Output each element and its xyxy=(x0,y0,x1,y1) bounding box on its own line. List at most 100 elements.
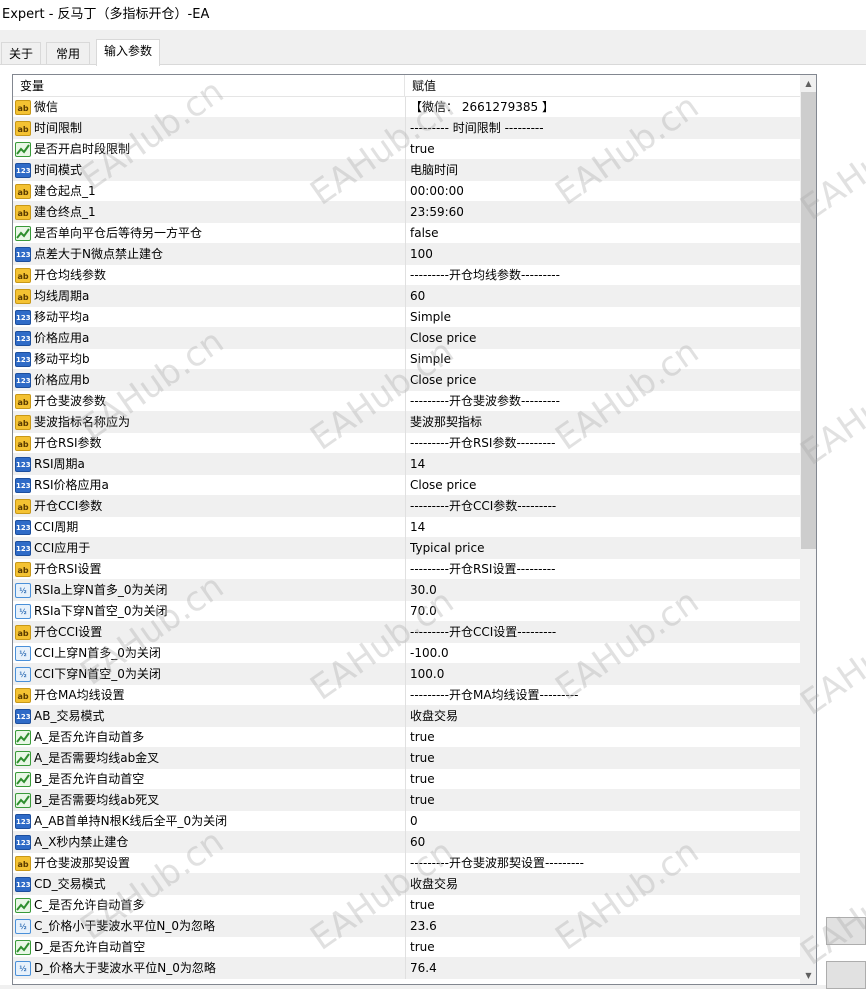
variable-value[interactable]: 电脑时间 xyxy=(410,160,800,181)
variable-value[interactable]: 100.0 xyxy=(410,664,800,685)
table-row[interactable]: 123 移动平均a Simple xyxy=(13,307,800,328)
table-row[interactable]: ½ CCI下穿N首空_0为关闭 100.0 xyxy=(13,664,800,685)
tab-common[interactable]: 常用 xyxy=(46,42,90,65)
table-row[interactable]: ab 建仓终点_1 23:59:60 xyxy=(13,202,800,223)
table-row[interactable]: 123 CD_交易模式 收盘交易 xyxy=(13,874,800,895)
variable-value[interactable]: 收盘交易 xyxy=(410,874,800,895)
variable-value[interactable]: --------- 时间限制 --------- xyxy=(410,118,800,139)
table-row[interactable]: ab 开仓均线参数 ---------开仓均线参数--------- xyxy=(13,265,800,286)
table-row[interactable]: ab 微信 【微信： 2661279385 】 xyxy=(13,97,800,118)
table-row[interactable]: ½ D_价格大于斐波水平位N_0为忽略 76.4 xyxy=(13,958,800,979)
variable-value[interactable]: 23.6 xyxy=(410,916,800,937)
variable-value[interactable]: 14 xyxy=(410,454,800,475)
side-button-upper[interactable] xyxy=(826,917,866,945)
variable-value[interactable]: true xyxy=(410,937,800,958)
table-row[interactable]: ab 开仓RSI参数 ---------开仓RSI参数--------- xyxy=(13,433,800,454)
variable-value[interactable]: true xyxy=(410,895,800,916)
table-row[interactable]: ½ CCI上穿N首多_0为关闭 -100.0 xyxy=(13,643,800,664)
scroll-down-icon[interactable]: ▼ xyxy=(800,967,816,984)
variable-value[interactable]: 60 xyxy=(410,286,800,307)
variable-value[interactable]: 60 xyxy=(410,832,800,853)
table-row[interactable]: ab 开仓RSI设置 ---------开仓RSI设置--------- xyxy=(13,559,800,580)
table-row[interactable]: B_是否需要均线ab死叉 true xyxy=(13,790,800,811)
table-row[interactable]: 123 RSI价格应用a Close price xyxy=(13,475,800,496)
variable-value[interactable]: ---------开仓斐波那契设置--------- xyxy=(410,853,800,874)
inputs-grid: 变量 赋值 ab 微信 【微信： 2661279385 】 ab 时间限制 -------… xyxy=(12,74,817,985)
variable-value[interactable]: ---------开仓MA均线设置--------- xyxy=(410,685,800,706)
table-row[interactable]: A_是否需要均线ab金叉 true xyxy=(13,748,800,769)
variable-value[interactable]: 斐波那契指标 xyxy=(410,412,800,433)
variable-value[interactable]: true xyxy=(410,139,800,160)
variable-value[interactable]: ---------开仓CCI参数--------- xyxy=(410,496,800,517)
tab-about[interactable]: 关于 xyxy=(1,42,41,65)
ab-string-icon: ab xyxy=(15,394,31,409)
variable-value[interactable]: ---------开仓CCI设置--------- xyxy=(410,622,800,643)
variable-value[interactable]: Typical price xyxy=(410,538,800,559)
variable-value[interactable]: 76.4 xyxy=(410,958,800,979)
table-row[interactable]: ½ C_价格小于斐波水平位N_0为忽略 23.6 xyxy=(13,916,800,937)
table-row[interactable]: A_是否允许自动首多 true xyxy=(13,727,800,748)
table-row[interactable]: ab 开仓MA均线设置 ---------开仓MA均线设置--------- xyxy=(13,685,800,706)
table-row[interactable]: 123 AB_交易模式 收盘交易 xyxy=(13,706,800,727)
table-row[interactable]: 123 价格应用a Close price xyxy=(13,328,800,349)
table-row[interactable]: C_是否允许自动首多 true xyxy=(13,895,800,916)
table-row[interactable]: 123 点差大于N微点禁止建仓 100 xyxy=(13,244,800,265)
variable-value[interactable]: true xyxy=(410,769,800,790)
header-variable[interactable]: 变量 xyxy=(13,75,405,97)
variable-value[interactable]: false xyxy=(410,223,800,244)
variable-value[interactable]: 收盘交易 xyxy=(410,706,800,727)
variable-value[interactable]: 0 xyxy=(410,811,800,832)
variable-value[interactable]: 70.0 xyxy=(410,601,800,622)
table-row[interactable]: ab 开仓CCI设置 ---------开仓CCI设置--------- xyxy=(13,622,800,643)
table-row[interactable]: 是否开启时段限制 true xyxy=(13,139,800,160)
variable-value[interactable]: ---------开仓RSI设置--------- xyxy=(410,559,800,580)
table-row[interactable]: ab 开仓斐波参数 ---------开仓斐波参数--------- xyxy=(13,391,800,412)
column-divider xyxy=(405,517,406,538)
variable-value[interactable]: true xyxy=(410,748,800,769)
table-row[interactable]: ½ RSIa下穿N首空_0为关闭 70.0 xyxy=(13,601,800,622)
variable-value[interactable]: 【微信： 2661279385 】 xyxy=(410,97,800,118)
variable-value[interactable]: 30.0 xyxy=(410,580,800,601)
table-row[interactable]: ab 时间限制 --------- 时间限制 --------- xyxy=(13,118,800,139)
tab-bar: 关于 常用 输入参数 xyxy=(0,38,866,66)
variable-value[interactable]: Simple xyxy=(410,349,800,370)
variable-value[interactable]: 00:00:00 xyxy=(410,181,800,202)
column-divider xyxy=(405,601,406,622)
variable-value[interactable]: 23:59:60 xyxy=(410,202,800,223)
variable-value[interactable]: 100 xyxy=(410,244,800,265)
table-row[interactable]: 123 RSI周期a 14 xyxy=(13,454,800,475)
table-row[interactable]: 123 CCI周期 14 xyxy=(13,517,800,538)
vertical-scrollbar[interactable]: ▲ ▼ xyxy=(800,75,816,984)
table-row[interactable]: ab 开仓CCI参数 ---------开仓CCI参数--------- xyxy=(13,496,800,517)
scrollbar-thumb[interactable] xyxy=(801,92,816,549)
table-row[interactable]: 123 价格应用b Close price xyxy=(13,370,800,391)
variable-value[interactable]: -100.0 xyxy=(410,643,800,664)
variable-value[interactable]: ---------开仓均线参数--------- xyxy=(410,265,800,286)
variable-value[interactable]: true xyxy=(410,790,800,811)
table-row[interactable]: B_是否允许自动首空 true xyxy=(13,769,800,790)
table-row[interactable]: 123 时间模式 电脑时间 xyxy=(13,160,800,181)
ab-string-icon: ab xyxy=(15,121,31,136)
tab-inputs[interactable]: 输入参数 xyxy=(96,39,160,66)
table-row[interactable]: ab 建仓起点_1 00:00:00 xyxy=(13,181,800,202)
variable-value[interactable]: Simple xyxy=(410,307,800,328)
variable-value[interactable]: Close price xyxy=(410,328,800,349)
variable-value[interactable]: true xyxy=(410,727,800,748)
table-row[interactable]: 123 CCI应用于 Typical price xyxy=(13,538,800,559)
variable-value[interactable]: ---------开仓斐波参数--------- xyxy=(410,391,800,412)
variable-value[interactable]: Close price xyxy=(410,475,800,496)
table-row[interactable]: ab 均线周期a 60 xyxy=(13,286,800,307)
table-row[interactable]: 123 A_AB首单持N根K线后全平_0为关闭 0 xyxy=(13,811,800,832)
table-row[interactable]: 123 A_X秒内禁止建仓 60 xyxy=(13,832,800,853)
table-row[interactable]: ½ RSIa上穿N首多_0为关闭 30.0 xyxy=(13,580,800,601)
table-row[interactable]: ab 斐波指标名称应为 斐波那契指标 xyxy=(13,412,800,433)
table-row[interactable]: 是否单向平仓后等待另一方平仓 false xyxy=(13,223,800,244)
table-row[interactable]: 123 移动平均b Simple xyxy=(13,349,800,370)
scroll-up-icon[interactable]: ▲ xyxy=(800,75,816,92)
header-value[interactable]: 赋值 xyxy=(406,75,800,97)
variable-value[interactable]: Close price xyxy=(410,370,800,391)
variable-value[interactable]: ---------开仓RSI参数--------- xyxy=(410,433,800,454)
table-row[interactable]: ab 开仓斐波那契设置 ---------开仓斐波那契设置--------- xyxy=(13,853,800,874)
variable-value[interactable]: 14 xyxy=(410,517,800,538)
table-row[interactable]: D_是否允许自动首空 true xyxy=(13,937,800,958)
